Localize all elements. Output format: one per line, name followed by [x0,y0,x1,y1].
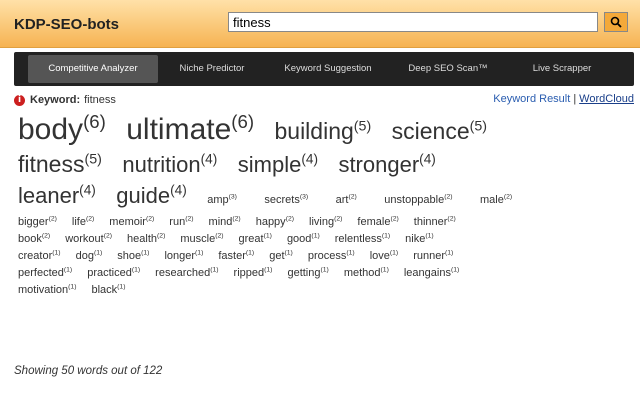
cloud-word: art(2) [335,193,357,206]
cloud-word: bigger(2) [18,215,57,228]
keyword-line: i Keyword: fitness [14,93,116,107]
cloud-row: body(6) ultimate(6) building(5) science(… [18,112,624,148]
cloud-word: researched(1) [155,266,219,279]
cloud-word: creator(1) [18,249,61,262]
cloud-row: motivation(1) black(1) [18,281,624,298]
cloud-word: faster(1) [218,249,255,262]
info-icon: i [14,94,25,106]
cloud-word: process(1) [307,249,355,262]
search-input[interactable] [228,12,598,32]
cloud-word: fitness(5) [18,151,102,177]
cloud-word: stronger(4) [338,151,436,177]
tab-deep-seo-scan[interactable]: Deep SEO Scan™ [396,55,500,83]
cloud-word: nutrition(4) [122,151,218,177]
cloud-word: getting(1) [287,266,329,279]
cloud-word: leangains(1) [403,266,460,279]
cloud-word: black(1) [91,283,126,296]
cloud-word: book(2) [18,232,51,245]
cloud-word: simple(4) [237,151,318,177]
cloud-word: thinner(2) [413,215,456,228]
app-header: KDP-SEO-bots [0,0,640,48]
wordcloud-link[interactable]: WordCloud [579,93,634,105]
cloud-word: happy(2) [255,215,295,228]
cloud-word: perfected(1) [18,266,73,279]
cloud-word: nike(1) [405,232,434,245]
word-count-summary: Showing 50 words out of 122 [14,365,163,377]
cloud-word: good(1) [286,232,320,245]
search-button[interactable] [604,12,628,32]
cloud-row: fitness(5) nutrition(4) simple(4) strong… [18,148,624,180]
cloud-word: dog(1) [75,249,103,262]
link-separator: | [573,93,577,105]
cloud-word: workout(2) [65,232,113,245]
cloud-row: book(2) workout(2) health(2) muscle(2) great… [18,230,624,247]
cloud-word: secrets(3) [264,193,309,206]
cloud-word: motivation(1) [18,283,77,296]
cloud-word: amp(3) [207,193,237,206]
cloud-row: bigger(2) life(2) memoir(2) run(2) mind(2) ha… [18,213,624,230]
keyword-value: fitness [84,94,116,106]
cloud-word: method(1) [343,266,389,279]
search-icon [610,16,622,28]
app-title: KDP-SEO-bots [14,16,119,33]
cloud-word: ripped(1) [233,266,273,279]
cloud-word: muscle(2) [180,232,224,245]
cloud-word: get(1) [269,249,293,262]
cloud-word: great(1) [238,232,272,245]
cloud-word: health(2) [127,232,166,245]
cloud-word: guide(4) [116,182,187,208]
cloud-row: creator(1) dog(1) shoe(1) longer(1) faster(1… [18,247,624,264]
cloud-word: practiced(1) [87,266,141,279]
cloud-word: life(2) [71,215,95,228]
cloud-word: longer(1) [164,249,204,262]
cloud-word: unstoppable(2) [384,193,453,206]
cloud-word: runner(1) [413,249,454,262]
main-nav: Competitive Analyzer Niche Predictor Key… [14,52,634,86]
tab-competitive-analyzer[interactable]: Competitive Analyzer [28,55,158,83]
cloud-word: run(2) [169,215,194,228]
cloud-word: building(5) [274,118,372,144]
cloud-word: love(1) [369,249,399,262]
cloud-word: mind(2) [208,215,241,228]
cloud-row: leaner(4) guide(4) amp(3) secrets(3) art… [18,180,624,211]
cloud-small-words: bigger(2) life(2) memoir(2) run(2) mind(2) ha… [18,213,624,298]
cloud-row: perfected(1) practiced(1) researched(1) rip… [18,264,624,281]
keyword-label: Keyword: [30,94,81,106]
cloud-word: memoir(2) [109,215,155,228]
cloud-word: science(5) [391,118,488,144]
cloud-word: relentless(1) [334,232,391,245]
tab-keyword-suggestion[interactable]: Keyword Suggestion [270,55,386,83]
cloud-word: male(2) [480,193,513,206]
cloud-word: ultimate(6) [126,111,255,146]
cloud-word: body(6) [18,111,106,146]
cloud-word: female(2) [357,215,399,228]
cloud-word: shoe(1) [117,249,150,262]
word-cloud: body(6) ultimate(6) building(5) science(… [18,112,624,298]
cloud-word: leaner(4) [18,182,96,208]
cloud-word: living(2) [309,215,343,228]
tab-live-scrapper[interactable]: Live Scrapper [514,55,610,83]
view-links: Keyword Result | WordCloud [493,93,634,107]
keyword-result-link[interactable]: Keyword Result [493,93,570,105]
tab-niche-predictor[interactable]: Niche Predictor [164,55,260,83]
